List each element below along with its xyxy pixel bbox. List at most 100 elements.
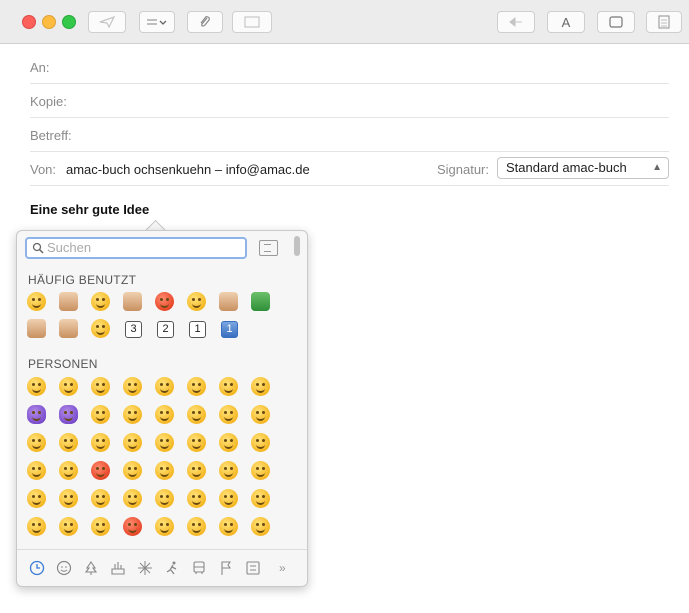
cc-row[interactable]: Kopie: [30,83,669,118]
photo-browser-button[interactable] [232,11,272,33]
category-nature[interactable] [83,560,99,576]
category-sports[interactable] [164,560,180,576]
emoji-people[interactable] [155,377,174,396]
emoji-angry[interactable] [155,292,174,311]
emoji-people[interactable] [219,433,238,452]
category-food[interactable] [110,560,126,576]
emoji-rooster[interactable] [27,319,46,338]
emoji-people[interactable] [219,461,238,480]
header-fields-button[interactable] [139,11,175,33]
more-categories-button[interactable]: » [279,561,286,575]
signature-select[interactable]: Standard amac-buch ▲ [497,157,669,179]
category-activity[interactable] [137,560,153,576]
emoji-people[interactable] [123,517,142,536]
emoji-people[interactable] [123,405,142,424]
emoji-keycap-blue-1[interactable]: 1 [221,321,238,338]
emoji-people[interactable] [91,461,110,480]
emoji-search-input[interactable]: Suchen [25,237,247,259]
emoji-people[interactable] [91,517,110,536]
emoji-relieved[interactable] [91,319,110,338]
emoji-people[interactable] [219,377,238,396]
emoji-people[interactable] [187,461,206,480]
emoji-people[interactable] [27,489,46,508]
sparkle-icon [138,561,152,575]
emoji-people[interactable] [187,377,206,396]
emoji-people[interactable] [59,433,78,452]
emoji-dancer[interactable] [59,292,78,311]
emoji-people[interactable] [59,405,78,424]
emoji-people[interactable] [59,461,78,480]
emoji-people[interactable] [123,461,142,480]
emoji-horse[interactable] [59,319,78,338]
character-viewer-button[interactable] [259,240,278,256]
emoji-dragon[interactable] [251,292,270,311]
emoji-people[interactable] [251,433,270,452]
emoji-people[interactable] [123,377,142,396]
zoom-button[interactable] [62,15,76,29]
emoji-people[interactable] [219,517,238,536]
from-row: Von: amac-buch ochsenkuehn – info@amac.d… [30,151,669,186]
emoji-people[interactable] [155,517,174,536]
people-title: PERSONEN [28,357,98,371]
stationery-button[interactable] [646,11,682,33]
emoji-people[interactable] [123,433,142,452]
from-value[interactable]: amac-buch ochsenkuehn – info@amac.de [66,162,310,177]
emoji-people[interactable] [27,517,46,536]
emoji-people[interactable] [59,517,78,536]
category-flags[interactable] [218,560,234,576]
to-row[interactable]: An: [30,49,669,84]
photo-icon [244,16,260,28]
category-symbols[interactable] [245,560,261,576]
minimize-button[interactable] [42,15,56,29]
emoji-people[interactable] [187,517,206,536]
emoji-people[interactable] [219,489,238,508]
message-body-text[interactable]: Eine sehr gute Idee [30,202,149,217]
emoji-people[interactable] [123,489,142,508]
category-travel[interactable] [191,560,207,576]
emoji-people[interactable] [155,405,174,424]
format-button[interactable]: A [547,11,585,33]
emoji-people[interactable] [27,377,46,396]
emoji-people[interactable] [91,433,110,452]
emoji-people[interactable] [91,405,110,424]
emoji-fireworks[interactable] [219,292,238,311]
emoji-people[interactable] [155,489,174,508]
emoji-people[interactable] [59,377,78,396]
chevron-updown-icon: ▲ [652,162,662,173]
emoji-people[interactable] [251,405,270,424]
signature-label: Signatur: [436,162,489,177]
category-smileys[interactable] [56,560,72,576]
emoji-people[interactable] [251,517,270,536]
emoji-people[interactable] [59,489,78,508]
emoji-people[interactable] [27,433,46,452]
emoji-tongue[interactable] [187,292,206,311]
emoji-people[interactable] [91,489,110,508]
window-button[interactable] [597,11,635,33]
category-recent[interactable] [29,560,45,576]
list-icon [147,19,167,25]
emoji-people[interactable] [251,461,270,480]
emoji-people[interactable] [27,405,46,424]
reply-button[interactable] [497,11,535,33]
emoji-people[interactable] [27,461,46,480]
emoji-people[interactable] [155,433,174,452]
emoji-people[interactable] [187,489,206,508]
attach-button[interactable] [187,11,223,33]
emoji-keycap-2[interactable]: 2 [157,321,174,338]
close-button[interactable] [22,15,36,29]
emoji-people[interactable] [251,489,270,508]
emoji-keycap-1[interactable]: 1 [189,321,206,338]
emoji-blush[interactable] [91,292,110,311]
emoji-keycap-3[interactable]: 3 [125,321,142,338]
emoji-people[interactable] [219,405,238,424]
emoji-people[interactable] [187,433,206,452]
scrollbar[interactable] [294,236,300,256]
emoji-people[interactable] [187,405,206,424]
subject-row[interactable]: Betreff: [30,117,669,152]
send-button[interactable] [88,11,126,33]
emoji-grinning[interactable] [27,292,46,311]
emoji-people[interactable] [91,377,110,396]
emoji-person[interactable] [123,292,142,311]
emoji-people[interactable] [155,461,174,480]
emoji-people[interactable] [251,377,270,396]
